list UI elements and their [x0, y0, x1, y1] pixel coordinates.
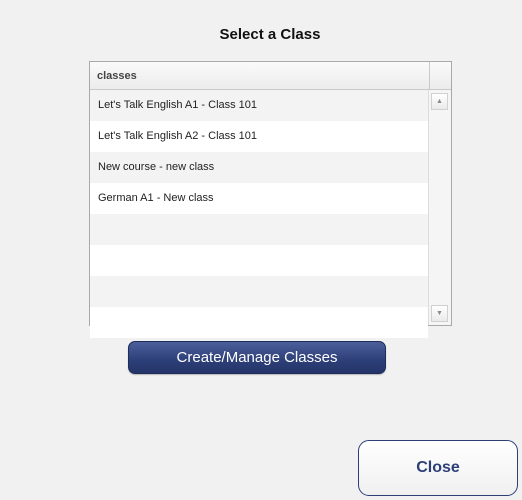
close-button[interactable]: Close	[358, 440, 518, 496]
column-header-label: classes	[97, 70, 137, 82]
list-item[interactable]: German A1 - New class	[90, 183, 428, 214]
scroll-down-button[interactable]: ▼	[431, 305, 448, 322]
list-item-empty	[90, 276, 428, 307]
column-divider	[429, 62, 430, 90]
select-class-dialog: Select a Class classes Let's Talk Englis…	[0, 0, 522, 500]
dialog-title: Select a Class	[219, 26, 321, 43]
list-item-empty	[90, 245, 428, 276]
list-item[interactable]: New course - new class	[90, 152, 428, 183]
rows-container: Let's Talk English A1 - Class 101 Let's …	[90, 90, 428, 338]
list-item[interactable]: Let's Talk English A2 - Class 101	[90, 121, 428, 152]
scroll-up-button[interactable]: ▲	[431, 93, 448, 110]
triangle-down-icon: ▼	[436, 310, 443, 317]
list-item[interactable]: Let's Talk English A1 - Class 101	[90, 90, 428, 121]
classes-column-header[interactable]: classes	[90, 62, 451, 90]
list-item-empty	[90, 307, 428, 338]
triangle-up-icon: ▲	[436, 98, 443, 105]
classes-list: classes Let's Talk English A1 - Class 10…	[89, 61, 452, 338]
list-item-empty	[90, 214, 428, 245]
vertical-scrollbar[interactable]: ▲ ▼	[428, 90, 451, 325]
create-manage-classes-button[interactable]: Create/Manage Classes	[128, 341, 386, 374]
